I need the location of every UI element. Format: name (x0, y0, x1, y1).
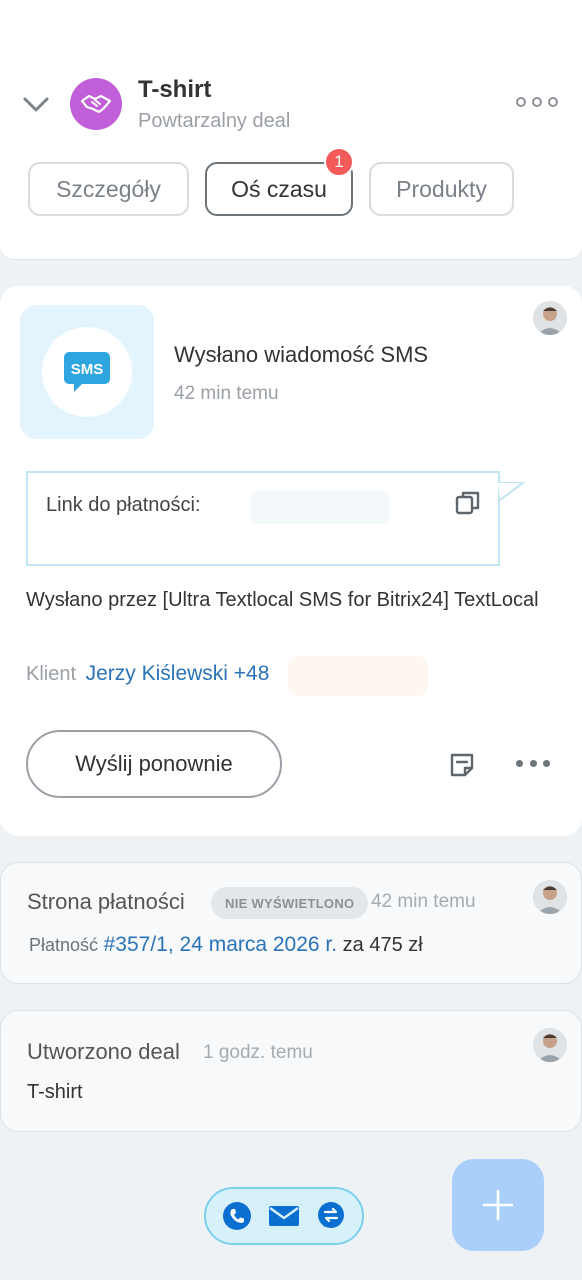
message-bubble-tail (498, 481, 527, 507)
page-title: T-shirt (138, 76, 212, 103)
activity-time: 1 godz. temu (203, 1042, 313, 1063)
copy-icon[interactable] (454, 489, 482, 517)
avatar[interactable] (533, 301, 567, 335)
payment-line: Płatność #357/1, 24 marca 2026 r. za 475… (29, 933, 423, 957)
client-link[interactable]: Jerzy Kiślewski +48 (86, 662, 270, 685)
chat-icon[interactable] (315, 1200, 347, 1232)
tab-badge: 1 (324, 147, 354, 177)
activity-title: Strona płatności (27, 889, 185, 914)
resend-button[interactable]: Wyślij ponownie (26, 730, 282, 798)
tab-details[interactable]: Szczegóły (28, 162, 189, 216)
tab-products[interactable]: Produkty (369, 162, 514, 216)
sms-icon-text: SMS (71, 361, 104, 378)
sms-icon-tile: SMS (20, 305, 154, 439)
activity-title: Wysłano wiadomość SMS (174, 342, 429, 367)
add-button[interactable] (452, 1159, 544, 1251)
previous-card-fragment (0, 228, 582, 260)
more-options-icon[interactable] (516, 90, 558, 114)
avatar[interactable] (533, 1028, 567, 1062)
payment-label: Płatność (29, 935, 99, 955)
plus-icon (482, 1189, 514, 1221)
sms-icon: SMS (42, 327, 132, 417)
redacted-phone (288, 656, 428, 696)
deal-name: T-shirt (27, 1081, 83, 1103)
phone-icon[interactable] (221, 1200, 253, 1232)
chevron-down-icon[interactable] (20, 88, 52, 120)
status-badge: NIE WYŚWIETLONO (211, 887, 369, 919)
note-icon[interactable] (448, 751, 476, 779)
activity-title: Utworzono deal (27, 1039, 180, 1064)
sent-by-text: Wysłano przez [Ultra Textlocal SMS for B… (26, 589, 539, 611)
activity-time: 42 min temu (371, 891, 476, 912)
mail-icon[interactable] (268, 1200, 300, 1232)
client-label: Klient (26, 663, 77, 685)
avatar[interactable] (533, 880, 567, 914)
handshake-icon (70, 78, 122, 130)
communication-bar (204, 1187, 364, 1245)
payment-amount: za 475 zł (342, 934, 423, 956)
redacted-link (250, 490, 390, 524)
sms-activity-card: SMS Wysłano wiadomość SMS 42 min temu Li… (0, 286, 582, 836)
message-text: Link do płatności: (46, 494, 201, 516)
more-icon[interactable] (516, 756, 550, 770)
page-subtitle: Powtarzalny deal (138, 110, 291, 132)
payment-activity-card: Strona płatności NIE WYŚWIETLONO 42 min … (0, 862, 582, 984)
client-row: Klient Jerzy Kiślewski +48 (26, 662, 269, 686)
header: T-shirt Powtarzalny deal Szczegóły Oś cz… (0, 0, 582, 230)
deal-created-card: Utworzono deal 1 godz. temu T-shirt (0, 1010, 582, 1132)
payment-link[interactable]: #357/1, 24 marca 2026 r. (104, 933, 338, 956)
activity-time: 42 min temu (174, 383, 279, 404)
